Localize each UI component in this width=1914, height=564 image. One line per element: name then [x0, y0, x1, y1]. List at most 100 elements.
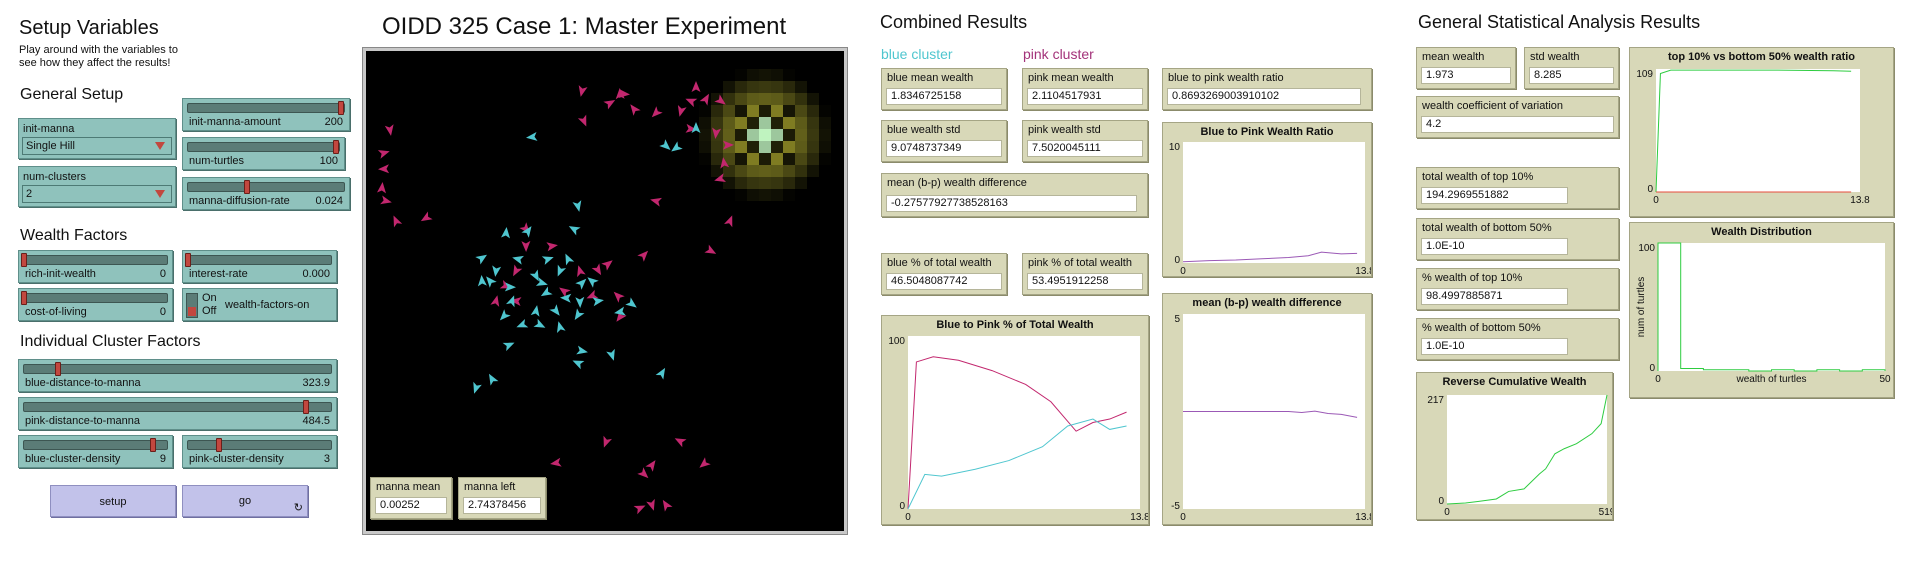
- slider-track[interactable]: [187, 180, 345, 194]
- general-setup-heading: General Setup: [20, 86, 124, 103]
- pink-distance-to-manna-slider[interactable]: pink-distance-to-manna 484.5: [18, 397, 337, 430]
- slider-track[interactable]: [187, 438, 332, 452]
- manna-patch: [699, 129, 711, 141]
- slider-track[interactable]: [23, 438, 168, 452]
- manna-patch: [759, 105, 771, 117]
- init-manna-amount-slider[interactable]: init-manna-amount 200: [182, 98, 350, 131]
- blue-turtle: [489, 373, 499, 386]
- manna-patch: [819, 153, 831, 165]
- manna-patch: [723, 177, 735, 189]
- slider-knob[interactable]: [332, 140, 339, 154]
- monitor-value: 1.0E-10: [1421, 238, 1568, 255]
- slider-knob[interactable]: [337, 101, 344, 115]
- slider-knob[interactable]: [21, 291, 27, 305]
- init-manna-chooser[interactable]: init-manna Single Hill: [18, 118, 176, 159]
- slider-track[interactable]: [23, 400, 332, 414]
- monitor-label: blue mean wealth: [887, 72, 974, 84]
- manna-patch: [759, 69, 771, 81]
- blue-turtle: [526, 132, 538, 141]
- manna-patch: [711, 141, 723, 153]
- slider-label: blue-cluster-density: [25, 453, 121, 465]
- pct-total-wealth-plot[interactable]: Blue to Pink % of Total Wealth 100 0 0 13.8: [881, 315, 1149, 525]
- monitor-value: 98.4997885871: [1421, 288, 1568, 305]
- plot-svg: 5 -50 13.8: [1171, 314, 1371, 523]
- wealth-factors-switch[interactable]: On Off wealth-factors-on: [182, 288, 337, 321]
- manna-patch: [723, 165, 735, 177]
- pink-turtle: [650, 197, 662, 207]
- slider-track[interactable]: [23, 362, 332, 376]
- monitor-value: 7.5020045111: [1027, 140, 1143, 157]
- blue-turtle: [592, 297, 604, 307]
- mean-difference-plot[interactable]: mean (b-p) wealth difference5-5013.8: [1162, 293, 1372, 525]
- manna-patch: [807, 141, 819, 153]
- manna-patch: [795, 81, 807, 93]
- manna-patch: [759, 165, 771, 177]
- manna-patch: [723, 81, 735, 93]
- pink-turtle: [591, 263, 602, 276]
- cost-of-living-slider[interactable]: cost-of-living 0: [18, 288, 173, 321]
- slider-track[interactable]: [21, 291, 168, 305]
- blue-cluster-density-slider[interactable]: blue-cluster-density 9: [18, 435, 173, 468]
- slider-track[interactable]: [187, 140, 340, 154]
- interest-rate-slider[interactable]: interest-rate 0.000: [182, 250, 337, 283]
- reverse-cumulative-wealth-plot[interactable]: Reverse Cumulative Wealth21700519: [1416, 372, 1613, 520]
- slider-value: 0.000: [302, 268, 330, 280]
- y-min-label: 0: [899, 501, 905, 512]
- manna-patch: [699, 117, 711, 129]
- blue-turtle: [492, 265, 502, 277]
- slider-knob[interactable]: [21, 253, 27, 267]
- plot-area: [1656, 69, 1860, 192]
- setup-subtitle-1: Play around with the variables to: [19, 44, 178, 56]
- switch-track[interactable]: [186, 293, 198, 318]
- num-clusters-select[interactable]: 2: [22, 185, 172, 203]
- top10-wealth-monitor: total wealth of top 10% 194.2969551882: [1416, 167, 1619, 209]
- pink-turtle: [691, 81, 701, 92]
- slider-knob[interactable]: [216, 438, 223, 452]
- blue-turtle: [572, 360, 585, 370]
- std-wealth-monitor: std wealth 8.285: [1524, 47, 1619, 89]
- setup-button[interactable]: setup: [50, 485, 176, 517]
- go-button[interactable]: go ↻: [182, 485, 308, 517]
- switch-knob[interactable]: [188, 307, 196, 316]
- manna-patch: [795, 129, 807, 141]
- slider-knob[interactable]: [303, 400, 310, 414]
- dropdown-triangle-icon: [155, 142, 165, 150]
- blue-distance-to-manna-slider[interactable]: blue-distance-to-manna 323.9: [18, 359, 337, 392]
- manna-patch: [771, 177, 783, 189]
- num-turtles-slider[interactable]: num-turtles 100: [182, 137, 345, 170]
- slider-value: 3: [323, 453, 330, 465]
- slider-knob[interactable]: [185, 253, 191, 267]
- y-max-label: 217: [1427, 395, 1444, 406]
- slider-knob[interactable]: [244, 180, 251, 194]
- pink-turtle: [704, 244, 717, 254]
- slider-track[interactable]: [21, 253, 168, 267]
- x-max-label: 519: [1599, 507, 1612, 518]
- x-max-label: 13.8: [1355, 266, 1371, 276]
- manna-diffusion-rate-slider[interactable]: manna-diffusion-rate 0.024: [182, 177, 350, 210]
- blue-pink-ratio-plot[interactable]: Blue to Pink Wealth Ratio100013.8: [1162, 122, 1372, 277]
- slider-track[interactable]: [185, 253, 332, 267]
- num-clusters-chooser[interactable]: num-clusters 2: [18, 166, 176, 207]
- slider-knob[interactable]: [149, 438, 156, 452]
- pink-cluster-density-slider[interactable]: pink-cluster-density 3: [182, 435, 337, 468]
- slider-knob[interactable]: [54, 362, 61, 376]
- pink-turtle: [550, 457, 562, 467]
- rich-init-wealth-slider[interactable]: rich-init-wealth 0: [18, 250, 173, 283]
- blue-turtle: [671, 141, 683, 152]
- manna-patch: [747, 69, 759, 81]
- monitor-value: 4.2: [1421, 116, 1614, 133]
- top-bottom-ratio-plot[interactable]: top 10% vs bottom 50% wealth ratio 109 0 0 1…: [1629, 47, 1894, 217]
- x-min-label: 0: [1655, 374, 1661, 385]
- monitor-value: 0.00252: [375, 497, 447, 514]
- manna-patch: [735, 153, 747, 165]
- slider-track[interactable]: [187, 101, 345, 115]
- x-max-label: 13.8: [1130, 512, 1148, 523]
- manna-patch: [771, 117, 783, 129]
- manna-patch: [735, 177, 747, 189]
- manna-patch: [759, 141, 771, 153]
- wealth-distribution-plot[interactable]: Wealth Distribution 100 0 0 50 wealth of turt…: [1629, 222, 1894, 398]
- world-view[interactable]: [366, 51, 844, 531]
- init-manna-select[interactable]: Single Hill: [22, 137, 172, 155]
- monitor-label: total wealth of bottom 50%: [1422, 222, 1552, 234]
- x-min-label: 0: [1653, 195, 1659, 206]
